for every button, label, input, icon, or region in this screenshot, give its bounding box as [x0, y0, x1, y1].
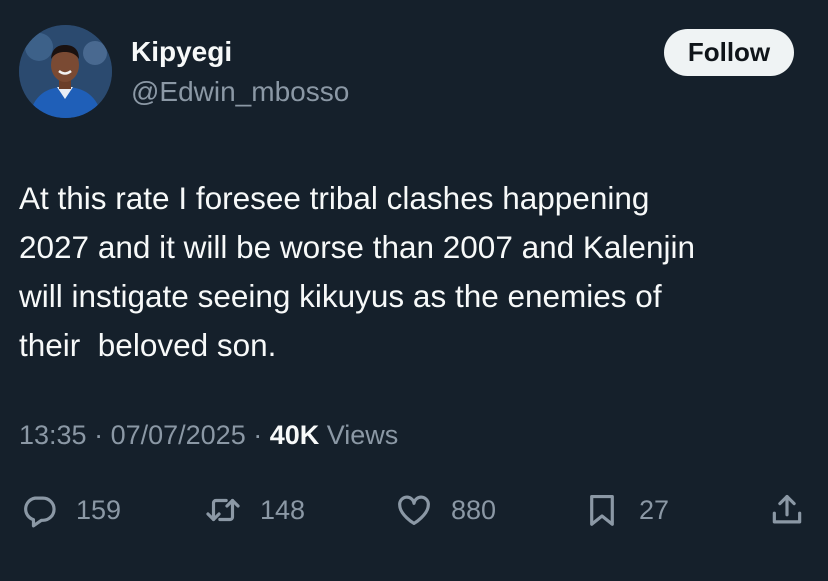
avatar[interactable]: [19, 25, 112, 118]
repost-icon: [206, 498, 240, 522]
views-label: Views: [319, 420, 399, 450]
views-count: 40K: [269, 420, 320, 450]
meta-separator: ·: [86, 420, 111, 450]
tweet-date[interactable]: 07/07/2025: [111, 420, 246, 450]
repost-count: 148: [260, 494, 306, 525]
share-icon: [772, 494, 802, 524]
like-count: 880: [451, 494, 497, 525]
meta-separator: ·: [245, 420, 270, 450]
reply-icon: [24, 496, 56, 528]
author-handle[interactable]: @Edwin_mbosso: [131, 76, 349, 108]
repost-button[interactable]: 148: [204, 488, 305, 532]
author-display-name[interactable]: Kipyegi: [131, 36, 232, 68]
bookmark-count: 27: [639, 494, 670, 525]
tweet-meta: 13:35 · 07/07/2025 · 40K Views: [19, 420, 398, 451]
bookmark-button[interactable]: 27: [583, 488, 669, 532]
tweet-text: At this rate I foresee tribal clashes ha…: [19, 180, 695, 363]
like-button[interactable]: 880: [395, 488, 496, 532]
bookmark-icon: [590, 494, 614, 526]
reply-button[interactable]: 159: [20, 488, 121, 532]
action-bar: 159 148 880 27: [0, 488, 828, 532]
follow-button[interactable]: Follow: [664, 29, 794, 76]
share-button[interactable]: [768, 488, 806, 532]
heart-icon: [398, 495, 430, 526]
avatar-image: [19, 25, 112, 118]
tweet-time[interactable]: 13:35: [19, 420, 87, 450]
reply-count: 159: [76, 494, 122, 525]
